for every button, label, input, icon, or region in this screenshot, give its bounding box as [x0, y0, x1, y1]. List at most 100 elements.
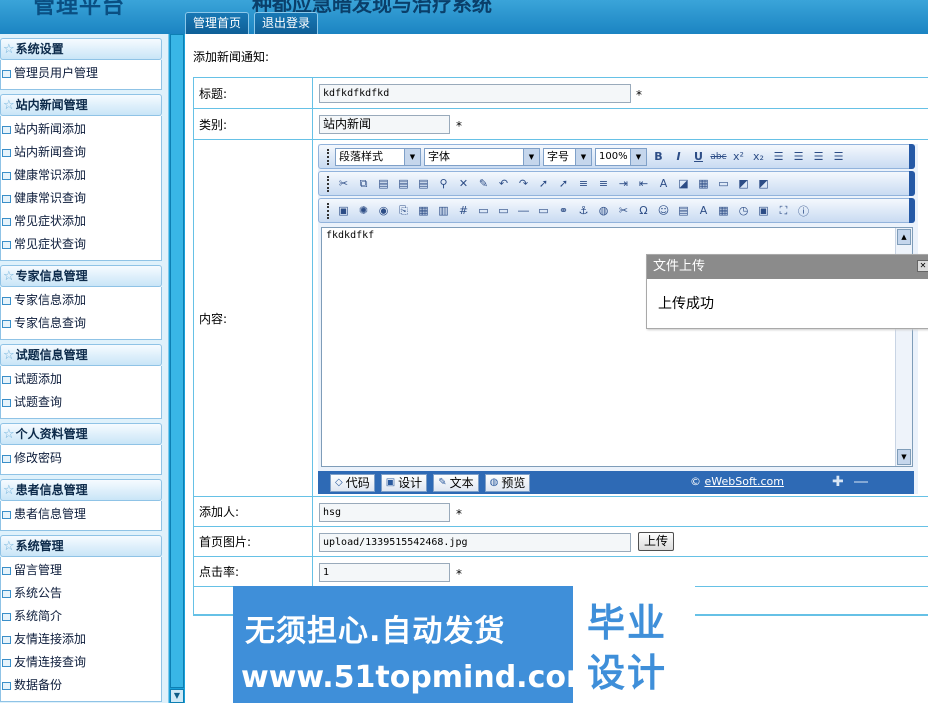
- category-input[interactable]: 站内新闻: [319, 115, 450, 134]
- collapse-icon[interactable]: ―: [854, 474, 868, 490]
- time-icon[interactable]: ◷: [735, 203, 752, 219]
- redo-icon[interactable]: ↷: [515, 176, 532, 192]
- unlink-icon[interactable]: ✂: [615, 203, 632, 219]
- sidebar-item[interactable]: 试题查询: [1, 391, 161, 414]
- sidebar-item[interactable]: 数据备份: [1, 674, 161, 697]
- sidebar-section-header[interactable]: ☆个人资料管理: [0, 423, 162, 445]
- title-input[interactable]: kdfkdfkdfkd: [319, 84, 631, 103]
- paste-word-icon[interactable]: ▤: [415, 176, 432, 192]
- font-select[interactable]: 字体 ▼: [424, 147, 540, 166]
- mode-design-button[interactable]: ▣ 设计: [380, 473, 428, 492]
- scrollbar-thumb[interactable]: [170, 34, 184, 688]
- font-size-select[interactable]: 字号 ▼: [543, 147, 592, 166]
- hr-icon[interactable]: ―: [515, 203, 532, 219]
- expand-icon[interactable]: ✚: [832, 474, 844, 490]
- image-icon[interactable]: ▣: [335, 203, 352, 219]
- ordered-list-icon[interactable]: ≡: [575, 176, 592, 192]
- sidebar-item[interactable]: 友情连接查询: [1, 651, 161, 674]
- scroll-down-arrow-icon[interactable]: ▼: [897, 449, 911, 465]
- page-icon[interactable]: ▭: [715, 176, 732, 192]
- block-color-icon[interactable]: ▦: [695, 176, 712, 192]
- sidebar-item[interactable]: 常见症状查询: [1, 233, 161, 256]
- find-icon[interactable]: ⚲: [435, 176, 452, 192]
- excel-icon[interactable]: ▤: [675, 203, 692, 219]
- anchor-icon[interactable]: ⚓: [575, 203, 592, 219]
- select-all-icon[interactable]: ➚: [535, 176, 552, 192]
- align-center-icon[interactable]: ☰: [790, 149, 807, 165]
- undo-icon[interactable]: ↶: [495, 176, 512, 192]
- date-icon[interactable]: ▦: [715, 203, 732, 219]
- bold-icon[interactable]: B: [650, 149, 667, 165]
- indent-icon[interactable]: ⇥: [615, 176, 632, 192]
- sidebar-item[interactable]: 留言管理: [1, 559, 161, 582]
- sidebar-item[interactable]: 管理员用户管理: [1, 62, 161, 85]
- scroll-up-arrow-icon[interactable]: ▲: [897, 229, 911, 245]
- sidebar-section-header[interactable]: ☆患者信息管理: [0, 479, 162, 501]
- sidebar-section-header[interactable]: ☆专家信息管理: [0, 265, 162, 287]
- sidebar-section-header[interactable]: ☆试题信息管理: [0, 344, 162, 366]
- layer-icon[interactable]: ◩: [735, 176, 752, 192]
- text-color-icon[interactable]: A: [655, 176, 672, 192]
- copyright-link[interactable]: eWebSoft.com: [705, 475, 784, 488]
- sidebar-section-header[interactable]: ☆系统设置: [0, 38, 162, 60]
- mode-code-button[interactable]: ◇ 代码: [330, 473, 375, 492]
- attachment-icon[interactable]: ⎘: [395, 203, 412, 219]
- strikethrough-icon[interactable]: abc: [710, 149, 727, 165]
- italic-icon[interactable]: I: [670, 149, 687, 165]
- capture-icon[interactable]: ▣: [755, 203, 772, 219]
- clicks-input[interactable]: 1: [319, 563, 450, 582]
- tab-admin-home[interactable]: 管理首页: [185, 12, 250, 34]
- marquee-icon[interactable]: ▭: [535, 203, 552, 219]
- emoticon-icon[interactable]: ☺: [655, 203, 672, 219]
- sidebar-section-header[interactable]: ☆系统管理: [0, 535, 162, 557]
- special-icon[interactable]: ▭: [475, 203, 492, 219]
- sidebar-section-header[interactable]: ☆站内新闻管理: [0, 94, 162, 116]
- unselect-icon[interactable]: ➚: [555, 176, 572, 192]
- upload-button[interactable]: 上传: [638, 532, 675, 551]
- fullscreen-icon[interactable]: ⛶: [775, 203, 792, 219]
- image-path-input[interactable]: upload/1339515542468.jpg: [319, 533, 631, 552]
- layer-forward-icon[interactable]: ◩: [755, 176, 772, 192]
- remove-format-icon[interactable]: ✎: [475, 176, 492, 192]
- mode-preview-button[interactable]: ◍ 预览: [484, 473, 531, 492]
- flash-icon[interactable]: ✺: [355, 203, 372, 219]
- copy-icon[interactable]: ⧉: [355, 176, 372, 192]
- sidebar-scrollbar[interactable]: ▼: [168, 34, 185, 703]
- table-icon[interactable]: ▦: [415, 203, 432, 219]
- zoom-select[interactable]: 100% ▼: [595, 147, 647, 166]
- tab-logout[interactable]: 退出登录: [254, 12, 319, 34]
- paste-icon[interactable]: ▤: [375, 176, 392, 192]
- mode-text-button[interactable]: ✎ 文本: [433, 473, 479, 492]
- underline-icon[interactable]: U: [690, 149, 707, 165]
- sidebar-item[interactable]: 专家信息查询: [1, 312, 161, 335]
- textbox-icon[interactable]: ▭: [495, 203, 512, 219]
- subscript-icon[interactable]: x₂: [750, 149, 767, 165]
- align-justify-icon[interactable]: ☰: [830, 149, 847, 165]
- special-char-icon[interactable]: Ω: [635, 203, 652, 219]
- sidebar-item[interactable]: 友情连接添加: [1, 628, 161, 651]
- sidebar-item[interactable]: 常见症状添加: [1, 210, 161, 233]
- paragraph-style-select[interactable]: 段落样式 ▼: [335, 147, 421, 166]
- grid-icon[interactable]: #: [455, 203, 472, 219]
- unordered-list-icon[interactable]: ≡: [595, 176, 612, 192]
- form-icon[interactable]: ▥: [435, 203, 452, 219]
- sidebar-item[interactable]: 健康常识添加: [1, 164, 161, 187]
- media-icon[interactable]: ◉: [375, 203, 392, 219]
- align-right-icon[interactable]: ☰: [810, 149, 827, 165]
- sidebar-item[interactable]: 站内新闻查询: [1, 141, 161, 164]
- sidebar-item[interactable]: 系统公告: [1, 582, 161, 605]
- globe-icon[interactable]: ◍: [595, 203, 612, 219]
- sidebar-item[interactable]: 修改密码: [1, 447, 161, 470]
- superscript-icon[interactable]: x²: [730, 149, 747, 165]
- sidebar-item[interactable]: 系统简介: [1, 605, 161, 628]
- outdent-icon[interactable]: ⇤: [635, 176, 652, 192]
- bg-color-icon[interactable]: ◪: [675, 176, 692, 192]
- info-icon[interactable]: ⓘ: [795, 203, 812, 219]
- paste-text-icon[interactable]: ▤: [395, 176, 412, 192]
- sidebar-item[interactable]: 健康常识查询: [1, 187, 161, 210]
- close-icon[interactable]: ✕: [917, 260, 928, 272]
- sidebar-item[interactable]: 专家信息添加: [1, 289, 161, 312]
- ad-banner[interactable]: 无须担心.自动发货 www.51topmind.com 毕业 设计: [233, 586, 695, 703]
- align-left-icon[interactable]: ☰: [770, 149, 787, 165]
- delete-icon[interactable]: ✕: [455, 176, 472, 192]
